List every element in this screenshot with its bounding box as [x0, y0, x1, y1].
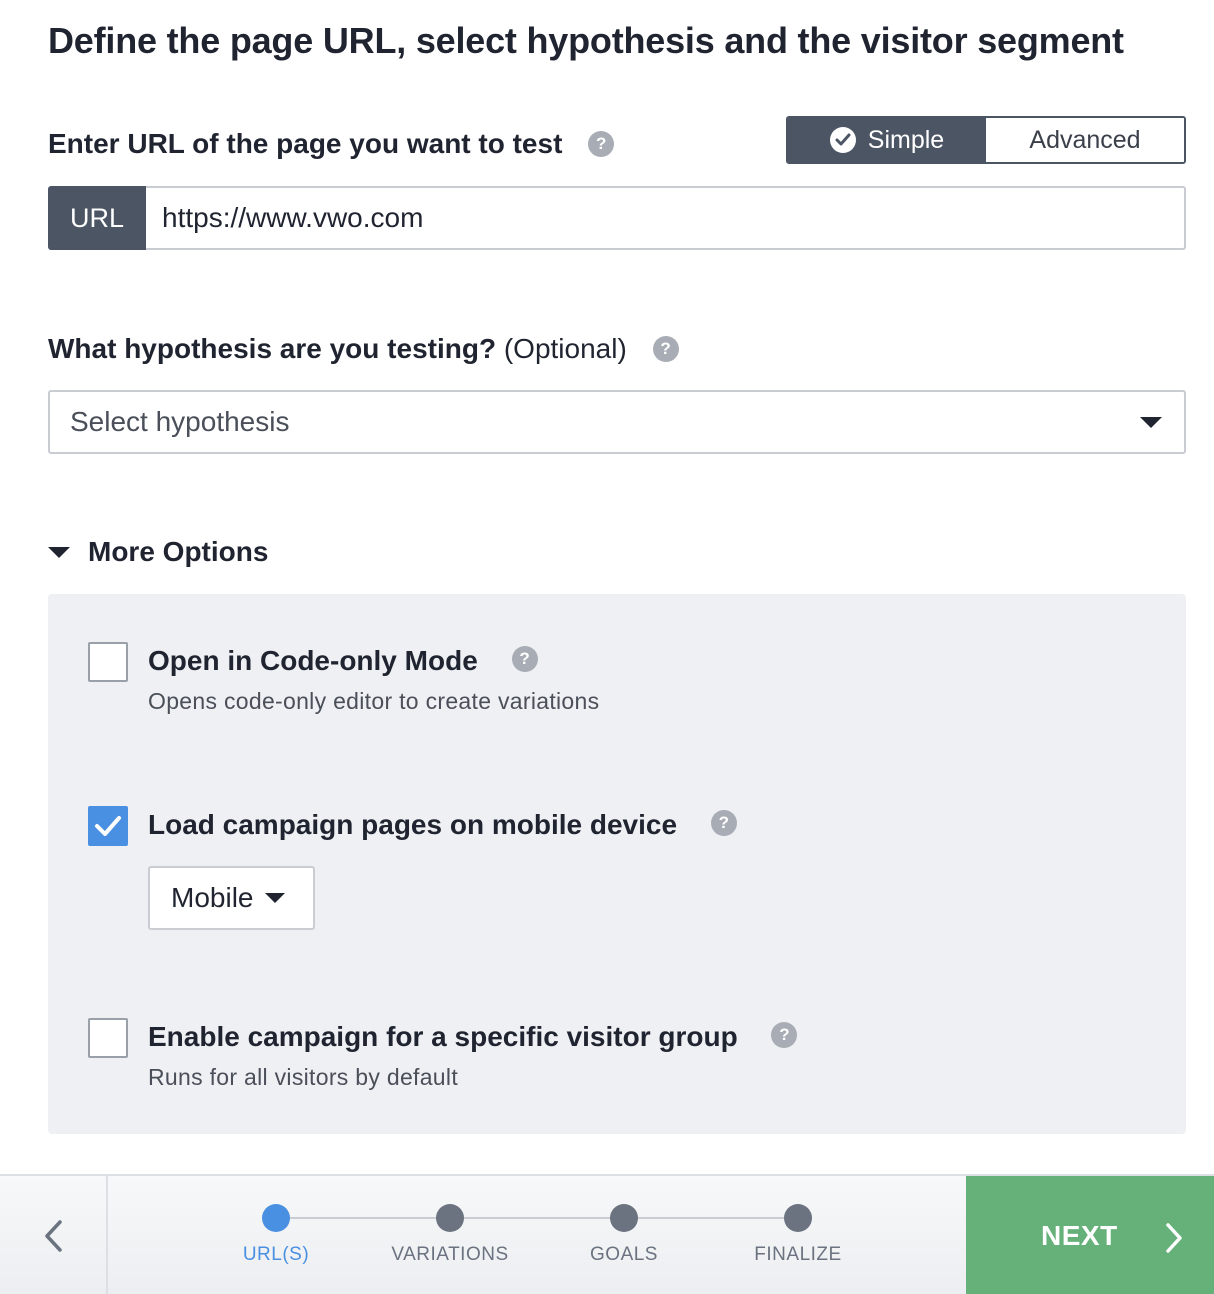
mobile-device-checkbox[interactable] — [88, 806, 128, 846]
hypothesis-label-row: What hypothesis are you testing? (Option… — [48, 333, 679, 365]
step-label-finalize[interactable]: FINALIZE — [754, 1244, 841, 1266]
device-select-value: Mobile — [171, 882, 254, 913]
steps-progress-line — [276, 1217, 798, 1219]
url-input[interactable] — [146, 186, 1186, 250]
code-only-title: Open in Code-only Mode — [148, 645, 478, 676]
back-button[interactable] — [0, 1176, 108, 1294]
device-select[interactable]: Mobile — [148, 866, 315, 930]
checkmark-icon — [95, 816, 121, 836]
visitor-group-title: Enable campaign for a specific visitor g… — [148, 1021, 738, 1052]
url-label-row: Enter URL of the page you want to test ? — [48, 128, 615, 160]
url-label: Enter URL of the page you want to test — [48, 128, 563, 159]
step-dot-goals[interactable] — [610, 1204, 638, 1232]
help-icon[interactable]: ? — [710, 809, 737, 836]
hypothesis-select[interactable]: Select hypothesis — [48, 390, 1186, 454]
optional-label: (Optional) — [503, 333, 627, 364]
simple-mode-button[interactable]: Simple — [788, 118, 986, 162]
url-input-group: URL — [48, 186, 1186, 250]
help-icon[interactable]: ? — [588, 130, 615, 157]
checkmark-icon — [829, 127, 856, 153]
help-icon[interactable]: ? — [771, 1021, 798, 1048]
caret-down-icon — [265, 893, 286, 903]
more-options-panel: Open in Code-only Mode ? Opens code-only… — [48, 594, 1186, 1134]
visitor-group-title-row: Enable campaign for a specific visitor g… — [148, 1021, 798, 1053]
page-title: Define the page URL, select hypothesis a… — [48, 20, 1124, 61]
mobile-device-title: Load campaign pages on mobile device — [148, 809, 678, 840]
advanced-mode-label: Advanced — [1029, 125, 1141, 154]
hypothesis-placeholder: Select hypothesis — [70, 406, 290, 437]
mobile-device-title-row: Load campaign pages on mobile device ? — [148, 809, 737, 841]
caret-down-icon — [48, 546, 70, 558]
chevron-left-icon — [45, 1220, 62, 1252]
code-only-checkbox[interactable] — [88, 642, 128, 682]
step-label-variations[interactable]: VARIATIONS — [391, 1244, 508, 1266]
next-button[interactable]: NEXT — [966, 1176, 1214, 1294]
step-dot-variations[interactable] — [436, 1204, 464, 1232]
more-options-toggle[interactable]: More Options — [48, 536, 268, 568]
step-dot-finalize[interactable] — [784, 1204, 812, 1232]
code-only-title-row: Open in Code-only Mode ? — [148, 645, 538, 677]
hypothesis-label: What hypothesis are you testing? — [48, 333, 497, 364]
next-label: NEXT — [1041, 1220, 1118, 1251]
wizard-footer: URL(S) VARIATIONS GOALS FINALIZE NEXT — [0, 1174, 1214, 1294]
visitor-group-subtitle: Runs for all visitors by default — [148, 1064, 459, 1090]
help-icon[interactable]: ? — [511, 645, 538, 672]
more-options-label: More Options — [88, 536, 269, 567]
mode-toggle: Simple Advanced — [786, 116, 1186, 164]
step-dot-urls[interactable] — [262, 1204, 290, 1232]
chevron-right-icon — [1166, 1223, 1182, 1253]
caret-down-icon — [1140, 417, 1162, 428]
code-only-subtitle: Opens code-only editor to create variati… — [148, 688, 600, 714]
step-label-goals[interactable]: GOALS — [590, 1244, 658, 1266]
advanced-mode-button[interactable]: Advanced — [986, 118, 1184, 162]
step-label-urls[interactable]: URL(S) — [243, 1244, 309, 1266]
visitor-group-checkbox[interactable] — [88, 1018, 128, 1058]
simple-mode-label: Simple — [867, 125, 945, 154]
url-prefix: URL — [48, 186, 146, 250]
help-icon[interactable]: ? — [652, 335, 679, 362]
